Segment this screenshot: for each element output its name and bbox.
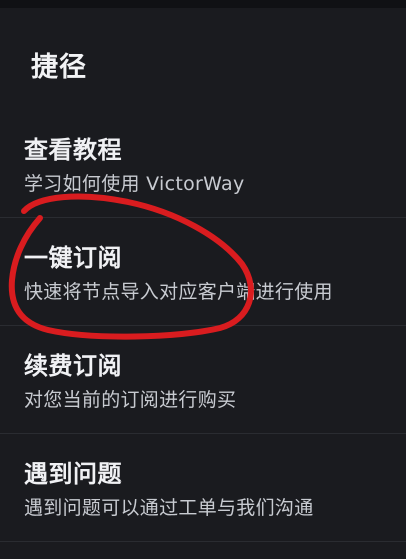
shortcut-title: 查看教程 — [24, 136, 122, 164]
shortcut-title: 遇到问题 — [24, 460, 122, 488]
divider — [0, 217, 406, 218]
divider — [0, 433, 406, 434]
shortcut-description: 遇到问题可以通过工单与我们沟通 — [24, 497, 314, 519]
shortcut-title: 续费订阅 — [24, 352, 122, 380]
shortcut-view-tutorial[interactable]: 查看教程 学习如何使用 VictorWay — [0, 118, 406, 226]
shortcut-title: 一键订阅 — [24, 244, 122, 272]
divider — [0, 325, 406, 326]
shortcut-renew-subscription[interactable]: 续费订阅 对您当前的订阅进行购买 — [0, 334, 406, 442]
shortcut-description: 快速将节点导入对应客户端进行使用 — [24, 281, 333, 303]
divider — [0, 541, 406, 542]
shortcut-description: 学习如何使用 VictorWay — [24, 173, 245, 195]
top-strip — [0, 0, 406, 8]
section-title: 捷径 — [31, 52, 87, 83]
shortcuts-screen: 捷径 查看教程 学习如何使用 VictorWay 一键订阅 快速将节点导入对应客… — [0, 0, 406, 559]
shortcuts-panel: 捷径 查看教程 学习如何使用 VictorWay 一键订阅 快速将节点导入对应客… — [0, 8, 406, 559]
shortcut-one-click-subscribe[interactable]: 一键订阅 快速将节点导入对应客户端进行使用 — [0, 226, 406, 334]
shortcut-get-help[interactable]: 遇到问题 遇到问题可以通过工单与我们沟通 — [0, 442, 406, 550]
shortcut-description: 对您当前的订阅进行购买 — [24, 389, 237, 411]
